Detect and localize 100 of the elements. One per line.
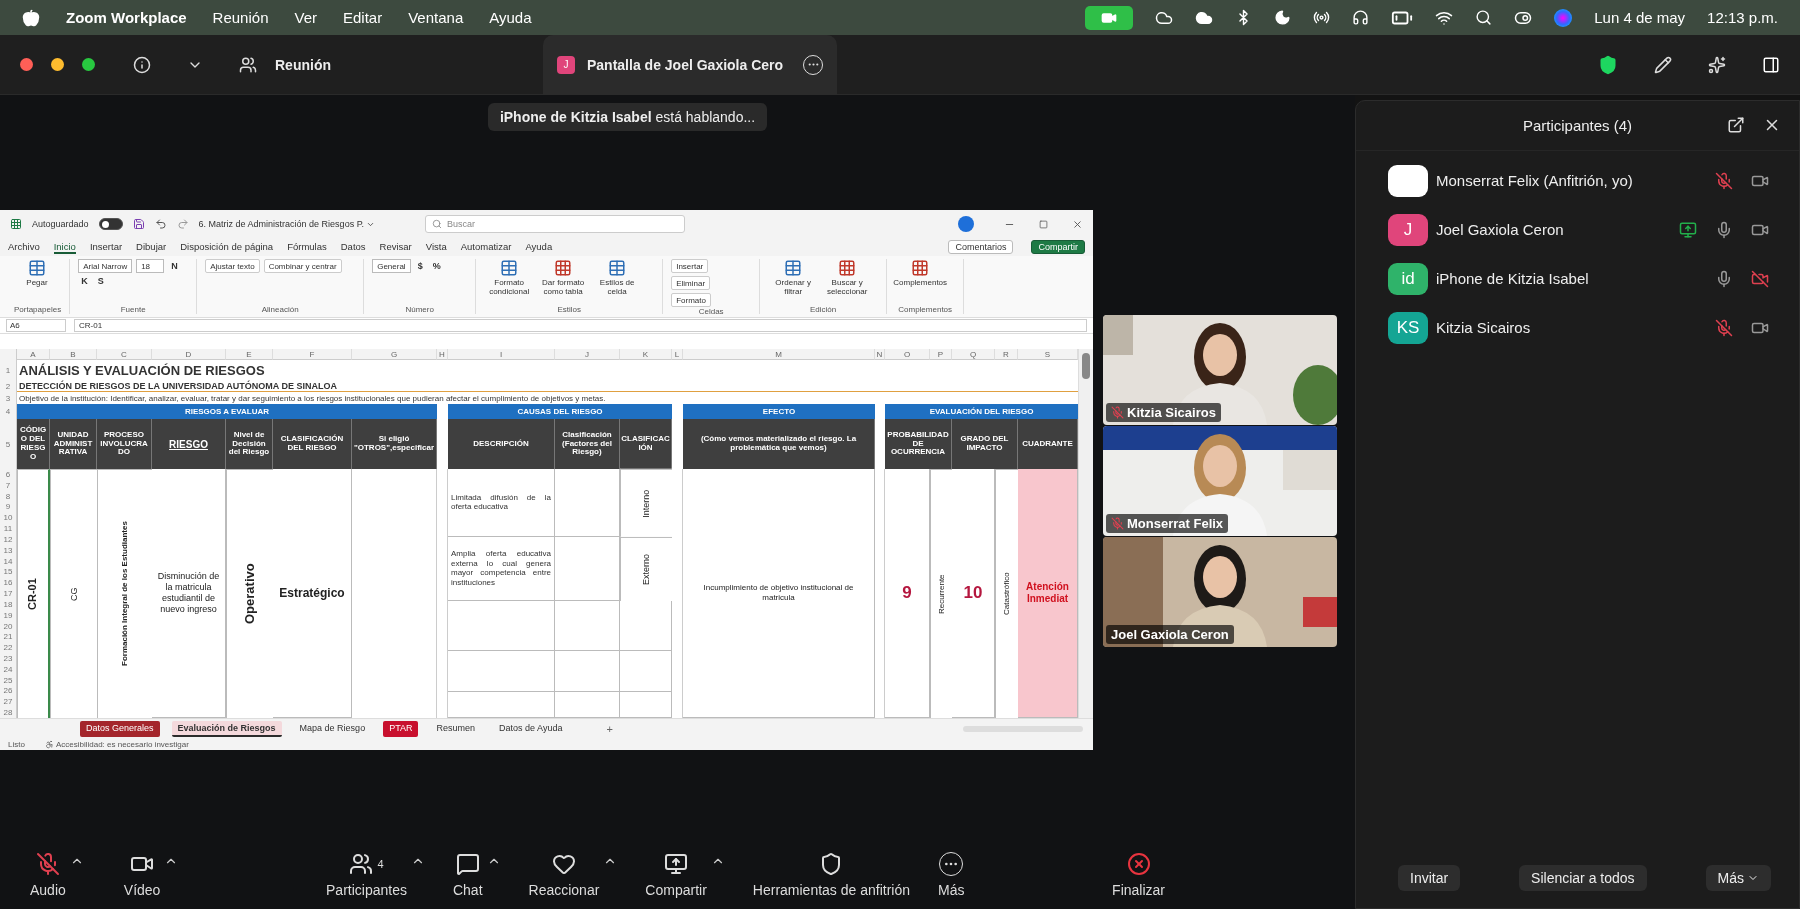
ribbon-tab[interactable]: Inicio (53, 240, 76, 254)
search-field[interactable]: Buscar (425, 215, 685, 233)
autosave-toggle[interactable] (98, 218, 123, 230)
redo-icon[interactable] (176, 218, 189, 230)
name-box[interactable]: A6 (6, 319, 66, 332)
maximize-icon[interactable] (1039, 219, 1048, 229)
zoom-status-icon[interactable] (1085, 5, 1134, 30)
file-name[interactable]: 6. Matriz de Administración de Riesgos P. (198, 219, 375, 229)
participant-row[interactable]: id iPhone de Kitzia Isabel (1356, 254, 1799, 303)
user-avatar[interactable] (958, 216, 974, 232)
menu-item[interactable]: Ver (294, 9, 317, 26)
close-window-button[interactable] (20, 58, 33, 71)
scrollbar[interactable] (1078, 349, 1093, 718)
dropdown-field[interactable]: Arial Narrow (78, 259, 133, 273)
sparkle-icon[interactable] (1708, 55, 1726, 74)
format-button[interactable]: N (168, 259, 181, 273)
sheet-tab[interactable]: Mapa de Riesgo (293, 720, 372, 737)
share-tab[interactable]: J Pantalla de Joel Gaxiola Cero (543, 34, 837, 95)
ribbon-tab[interactable]: Disposición de página (180, 240, 274, 254)
participant-row[interactable]: J Joel Gaxiola Ceron (1356, 205, 1799, 254)
maximize-window-button[interactable] (82, 58, 95, 71)
shield-icon[interactable] (1598, 54, 1618, 75)
sheet-tab[interactable]: Evaluación de Riesgos (171, 720, 282, 737)
column-heading: RIESGO (152, 419, 226, 469)
format-button[interactable]: S (94, 276, 107, 286)
row-number: 13 (2, 544, 14, 556)
add-sheet-button[interactable]: + (600, 721, 619, 736)
participant-row[interactable]: KS Kitzia Sicairos (1356, 303, 1799, 352)
ribbon-tab[interactable]: Automatizar (460, 240, 512, 254)
toolbar-button[interactable]: Vídeo (123, 851, 161, 898)
siri-icon[interactable] (1554, 8, 1573, 27)
menu-item[interactable]: Reunión (212, 9, 269, 26)
panel-button[interactable]: Silenciar a todos (1519, 865, 1647, 891)
ribbon-tab[interactable]: Vista (425, 240, 447, 254)
info-icon[interactable] (133, 55, 151, 74)
end-button[interactable]: Finalizar (1112, 851, 1165, 898)
toolbar-button[interactable]: Más (938, 851, 965, 898)
row-number: 3 (0, 392, 17, 404)
sheet-tab[interactable]: Datos de Ayuda (493, 720, 569, 737)
dropdown-field[interactable]: 18 (136, 259, 165, 273)
toolbar-button[interactable]: Chat (452, 851, 483, 898)
pop-out-icon[interactable] (1727, 116, 1745, 134)
toolbar-button[interactable]: 4 Participantes (326, 851, 407, 898)
menu-item[interactable]: Editar (343, 9, 383, 26)
layout-icon[interactable] (1762, 55, 1780, 74)
ribbon-button[interactable]: Complementos (895, 259, 946, 288)
ribbon-button[interactable]: Formato (671, 293, 711, 307)
moon-icon[interactable] (1274, 9, 1292, 26)
panel-button[interactable]: Más (1705, 865, 1771, 891)
ribbon-button[interactable]: Formato condicional (484, 259, 535, 297)
headphones-icon[interactable] (1352, 9, 1370, 26)
comments-button[interactable]: Comentarios (948, 240, 1014, 254)
toolbar-button[interactable]: Audio (30, 851, 66, 898)
ribbon-button[interactable]: Dar formato como tabla (538, 259, 589, 297)
format-button[interactable]: K (78, 276, 91, 286)
ribbon-tab[interactable]: Dibujar (136, 240, 167, 254)
toolbar-button[interactable]: Herramientas de anfitrión (752, 851, 910, 898)
save-icon[interactable] (132, 218, 145, 230)
formula-field[interactable]: CR-01 (74, 319, 1087, 332)
ribbon-button[interactable]: Combinar y centrar (263, 259, 342, 273)
sheet-tab[interactable]: PTAR (383, 720, 419, 737)
format-button[interactable]: % (429, 259, 444, 273)
table-cell: 10 (952, 469, 995, 718)
accessibility-status[interactable]: Accesibilidad: es necesario investigar (44, 739, 189, 749)
ribbon-tab[interactable]: Datos (340, 240, 366, 254)
participant-row[interactable]: Monserrat Felix (Anfitrión, yo) (1356, 156, 1799, 205)
sheet-tab[interactable]: Resumen (430, 720, 481, 737)
undo-icon[interactable] (154, 218, 167, 230)
pencil-icon[interactable] (1654, 55, 1672, 74)
menu-item[interactable]: Ventana (408, 9, 464, 26)
airdrop-icon[interactable] (1313, 9, 1331, 26)
ribbon-tab[interactable]: Fórmulas (287, 240, 327, 254)
column-heading: Clasificación (Factores del Riesgo) (555, 419, 620, 469)
menu-item[interactable]: Ayuda (489, 9, 532, 26)
close-icon[interactable] (1072, 218, 1083, 230)
app-name[interactable]: Zoom Workplace (66, 9, 187, 26)
sheet-tab[interactable]: Datos Generales (80, 720, 160, 737)
ribbon-button[interactable]: Buscar y seleccionar (822, 259, 873, 297)
ribbon-tab[interactable]: Archivo (8, 240, 40, 254)
ribbon-button[interactable]: Ordenar y filtrar (768, 259, 819, 297)
apple-icon[interactable] (22, 8, 40, 27)
ribbon-button[interactable]: Eliminar (671, 276, 711, 290)
ribbon-button[interactable]: Ajustar texto (205, 259, 260, 273)
toolbar-button[interactable]: Compartir (645, 851, 707, 898)
toolbar-button[interactable]: Reaccionar (528, 851, 600, 898)
format-button[interactable]: $ (414, 259, 426, 273)
group-label: Portapapeles (14, 305, 62, 314)
ribbon-button[interactable]: Pegar (14, 259, 60, 288)
ribbon-button[interactable]: Insertar (671, 259, 709, 273)
ribbon-tab[interactable]: Insertar (89, 240, 123, 254)
dropdown-field[interactable]: General (372, 259, 411, 273)
minimize-window-button[interactable] (51, 58, 64, 71)
search-icon[interactable] (1475, 9, 1493, 26)
ribbon-button[interactable]: Estilos de celda (592, 259, 643, 297)
meeting-label[interactable]: Reunión (275, 56, 331, 73)
ribbon-tab[interactable]: Ayuda (525, 240, 553, 254)
share-button[interactable]: Compartir (1031, 240, 1085, 254)
ribbon-tab[interactable]: Revisar (379, 240, 412, 254)
panel-button[interactable]: Invitar (1398, 865, 1461, 891)
column-header: P (930, 349, 952, 360)
